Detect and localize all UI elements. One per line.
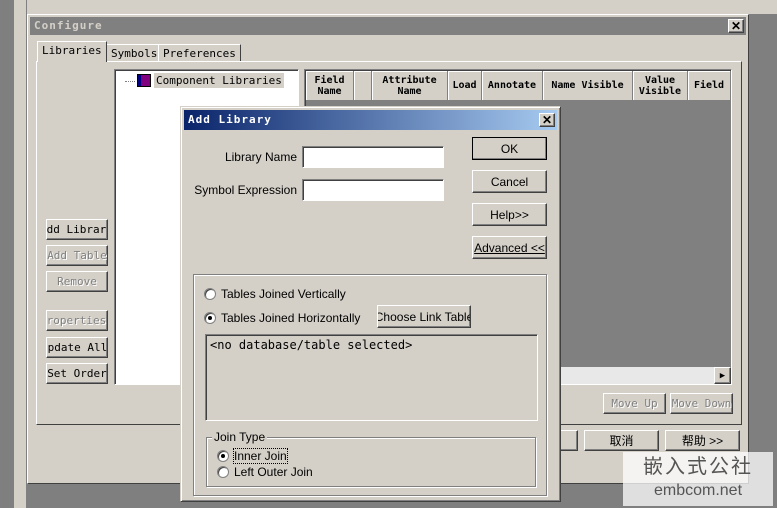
update-all-button[interactable]: Update All	[46, 337, 108, 358]
symbol-expression-label: Symbol Expression	[194, 183, 297, 197]
move-up-label: Move Up	[611, 397, 658, 410]
background-window-edge	[14, 0, 27, 508]
properties-label: Properties	[46, 314, 107, 327]
advanced-panel: Tables Joined Vertically Tables Joined H…	[193, 274, 547, 496]
scroll-right-button[interactable]: ▶	[714, 367, 731, 384]
library-book-icon	[137, 74, 151, 87]
ok-button[interactable]: OK	[472, 137, 547, 160]
configure-close-button[interactable]: ✕	[728, 19, 744, 33]
tree-connector	[125, 81, 135, 82]
watermark-line1: 嵌入式公社	[643, 454, 753, 478]
help-zh-label: 帮助 >>	[681, 434, 724, 448]
radio-vertical-label: Tables Joined Vertically	[221, 287, 346, 301]
watermark: 嵌入式公社 embcom.net	[623, 452, 773, 506]
radio-tables-vertical[interactable]: Tables Joined Vertically	[204, 286, 404, 302]
add-library-dialog: Add Library ✕ Library Name Symbol Expres…	[180, 106, 561, 502]
library-name-label: Library Name	[224, 150, 297, 164]
scroll-right-icon: ▶	[719, 370, 726, 381]
configure-title-bar: Configure	[30, 17, 746, 35]
radio-horizontal-label: Tables Joined Horizontally	[221, 311, 361, 325]
column-header-attribute-name-label: Attribute Name	[382, 74, 437, 97]
column-header-annotate[interactable]: Annotate	[482, 71, 543, 101]
link-table-display: <no database/table selected>	[205, 334, 538, 421]
radio-tables-horizontal[interactable]: Tables Joined Horizontally	[204, 310, 404, 326]
column-header-load[interactable]: Load	[448, 71, 482, 101]
tab-preferences[interactable]: Preferences	[158, 44, 241, 62]
join-type-label: Join Type	[212, 430, 268, 444]
cancel-zh-button[interactable]: 取消	[584, 430, 659, 451]
add-table-button[interactable]: Add Table	[46, 245, 108, 266]
configure-title: Configure	[34, 19, 103, 32]
cancel-zh-label: 取消	[609, 434, 634, 448]
move-down-label: Move Down	[671, 397, 732, 410]
set-order-button[interactable]: Set Order	[46, 363, 108, 384]
add-library-title: Add Library	[188, 113, 272, 126]
update-all-label: Update All	[46, 341, 108, 354]
remove-label: Remove	[57, 275, 97, 288]
close-icon: ✕	[541, 113, 553, 127]
advanced-button[interactable]: Advanced <<	[472, 236, 547, 259]
radio-horizontal-circle	[204, 312, 216, 324]
tab-symbols[interactable]: Symbols	[106, 44, 163, 62]
tab-symbols-label: Symbols	[111, 47, 158, 60]
join-type-group: Join Type Inner Join Left Outer Join	[206, 430, 536, 487]
help-label: Help>>	[490, 207, 529, 222]
column-header-annotate-label: Annotate	[487, 80, 537, 91]
add-library-close-button[interactable]: ✕	[539, 113, 555, 127]
background-window-top	[27, 0, 777, 14]
column-header-blank[interactable]	[354, 71, 372, 101]
advanced-label: Advanced <<	[474, 240, 545, 255]
remove-button[interactable]: Remove	[46, 271, 108, 292]
add-library-label: Add Library	[46, 223, 107, 236]
tab-libraries-label: Libraries	[42, 44, 102, 57]
column-header-field[interactable]: Field	[688, 71, 731, 101]
tab-preferences-label: Preferences	[163, 47, 236, 60]
add-table-label: Add Table	[47, 249, 107, 262]
inner-join-label: Inner Join	[233, 448, 288, 464]
radio-inner-join-circle	[217, 450, 229, 462]
column-header-name-visible[interactable]: Name Visible	[543, 71, 633, 101]
cancel-button[interactable]: Cancel	[472, 170, 547, 193]
column-header-value-visible[interactable]: Value Visible	[633, 71, 688, 101]
ok-label: OK	[500, 141, 519, 156]
move-down-button[interactable]: Move Down	[670, 393, 733, 414]
tab-libraries[interactable]: Libraries	[37, 41, 107, 62]
properties-button[interactable]: Properties	[46, 310, 108, 331]
column-header-name-visible-label: Name Visible	[551, 80, 624, 91]
add-library-title-bar: Add Library	[184, 110, 557, 130]
choose-link-table-button[interactable]: Choose Link Table	[377, 305, 471, 328]
radio-inner-join[interactable]: Inner Join	[217, 448, 367, 464]
column-header-field-name[interactable]: Field Name	[306, 71, 354, 101]
add-library-button[interactable]: Add Library	[46, 219, 108, 240]
library-name-input[interactable]	[302, 146, 444, 168]
help-zh-button[interactable]: 帮助 >>	[665, 430, 740, 451]
column-header-value-visible-label: Value Visible	[638, 74, 682, 97]
tree-item-label: Component Libraries	[156, 74, 282, 87]
link-table-text: <no database/table selected>	[210, 338, 413, 352]
set-order-label: Set Order	[47, 367, 107, 380]
radio-vertical-circle	[204, 288, 216, 300]
cancel-label: Cancel	[490, 174, 529, 189]
left-outer-join-label: Left Outer Join	[234, 465, 313, 479]
move-up-button[interactable]: Move Up	[603, 393, 666, 414]
radio-left-outer-join-circle	[217, 466, 229, 478]
column-header-attribute-name[interactable]: Attribute Name	[372, 71, 448, 101]
watermark-line2: embcom.net	[653, 482, 743, 499]
symbol-expression-input[interactable]	[302, 179, 444, 201]
column-header-field-name-label: Field Name	[314, 74, 345, 97]
tree-item-component-libraries[interactable]: Component Libraries	[154, 73, 284, 88]
close-icon: ✕	[730, 19, 742, 33]
column-header-field-label: Field	[693, 80, 725, 91]
choose-link-table-label: Choose Link Table	[377, 309, 471, 324]
help-button[interactable]: Help>>	[472, 203, 547, 226]
radio-left-outer-join[interactable]: Left Outer Join	[217, 464, 367, 480]
column-header-load-label: Load	[452, 80, 477, 91]
